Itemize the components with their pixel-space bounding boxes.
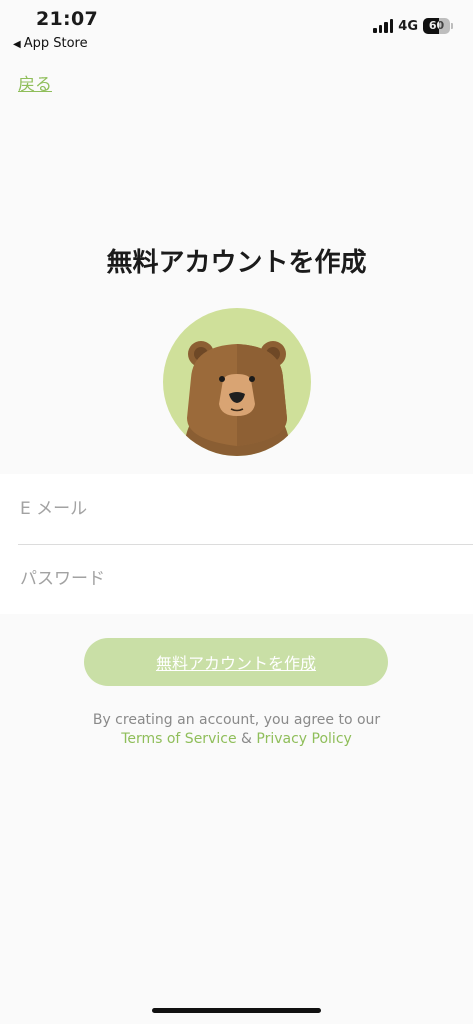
network-type: 4G xyxy=(398,18,418,34)
legal-separator: & xyxy=(236,731,257,747)
terms-of-service-link[interactable]: Terms of Service xyxy=(121,731,236,747)
back-link[interactable]: 戻る xyxy=(18,70,52,95)
create-account-button[interactable]: 無料アカウントを作成 xyxy=(84,638,388,686)
legal-text: By creating an account, you agree to our xyxy=(92,712,381,728)
status-indicators: 4G 60 xyxy=(373,18,453,34)
signup-form xyxy=(0,474,473,614)
battery-icon: 60 xyxy=(423,18,450,34)
home-indicator[interactable] xyxy=(152,1008,321,1013)
status-time: 21:07 xyxy=(36,8,98,30)
password-field-row xyxy=(18,544,473,614)
back-to-app-store[interactable]: ◀ App Store xyxy=(13,36,88,51)
battery-tip xyxy=(451,23,453,29)
status-bar: 21:07 ◀ App Store 4G 60 xyxy=(0,0,473,58)
privacy-policy-link[interactable]: Privacy Policy xyxy=(256,731,351,747)
email-field[interactable] xyxy=(18,498,473,520)
password-field[interactable] xyxy=(18,568,473,590)
cellular-signal-icon xyxy=(373,19,394,33)
email-field-row xyxy=(18,474,473,545)
legal-notice: By creating an account, you agree to our… xyxy=(0,711,473,749)
battery-percent: 60 xyxy=(428,19,445,32)
back-app-label: App Store xyxy=(23,36,88,51)
bear-mascot-icon xyxy=(163,308,311,456)
back-triangle-icon: ◀ xyxy=(13,39,21,50)
page-title: 無料アカウントを作成 xyxy=(106,248,367,278)
